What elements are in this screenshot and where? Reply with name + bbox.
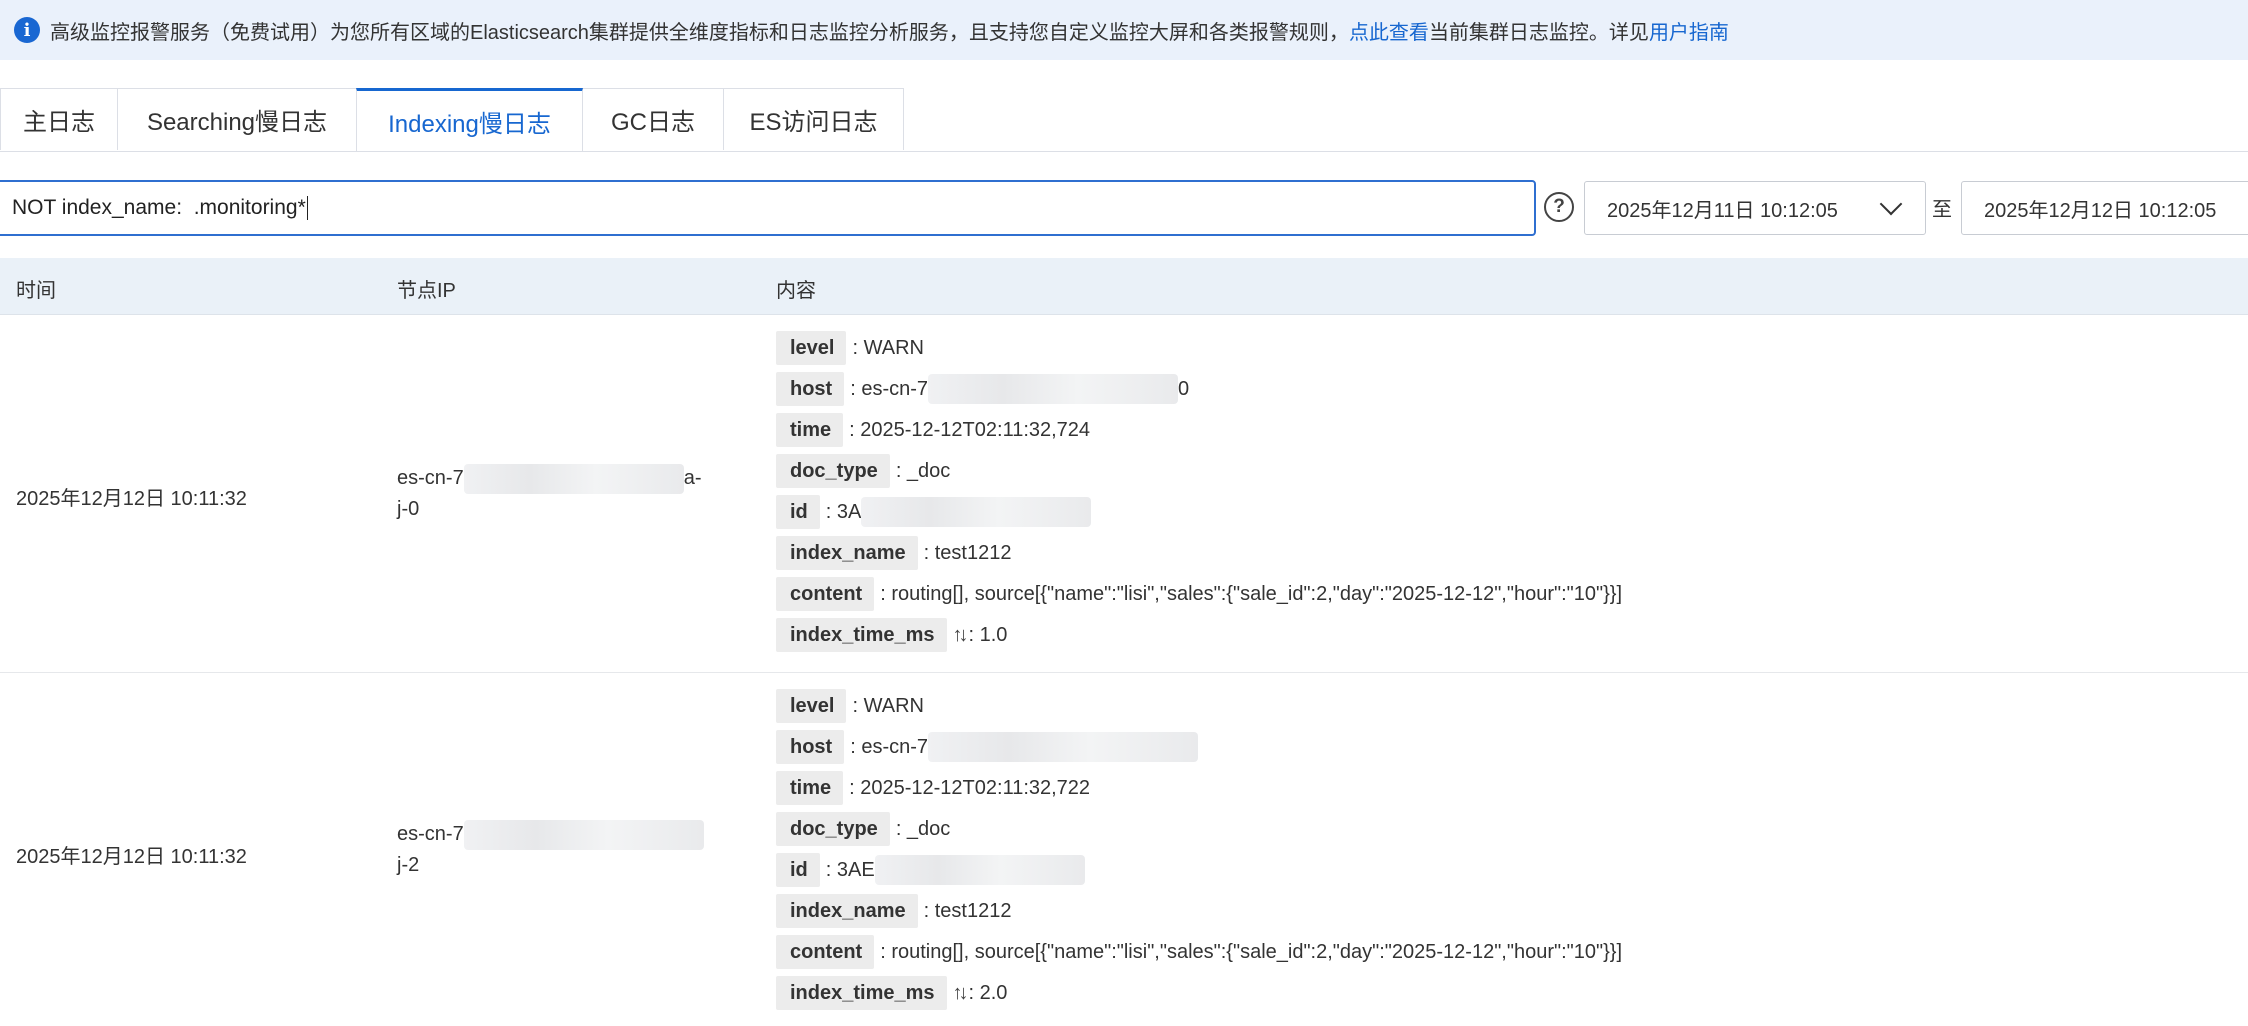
field-level: level: WARN <box>776 330 924 366</box>
field-value: : test1212 <box>923 899 1012 922</box>
row-time: 2025年12月12日 10:11:32 <box>16 846 247 868</box>
tab-searching-slow-log[interactable]: Searching慢日志 <box>117 88 357 150</box>
user-guide-link[interactable]: 用户指南 <box>1649 16 1729 45</box>
row-node-ip: es-cn-7 j-2 <box>397 819 727 881</box>
node-ip-line2: j-2 <box>397 854 420 876</box>
field-index-time-ms: index_time_ms ↑↓: 1.0 <box>776 617 1007 653</box>
field-content: content: routing[], source[{"name":"lisi… <box>776 934 1622 970</box>
field-value: : 1.0 <box>968 623 1008 646</box>
node-ip-prefix: es-cn-7 <box>397 823 464 845</box>
field-time: time: 2025-12-12T02:11:32,724 <box>776 412 1090 448</box>
field-value: : WARN <box>852 336 924 359</box>
field-value: : 3A <box>825 500 862 523</box>
field-value: : routing[], source[{"name":"lisi","sale… <box>880 582 1622 605</box>
field-id: id: 3A <box>776 494 1092 530</box>
column-header-time: 时间 <box>16 280 56 302</box>
field-value: : routing[], source[{"name":"lisi","sale… <box>880 940 1622 963</box>
redacted-mask <box>463 819 704 850</box>
search-query-text: NOT index_name: .monitoring* <box>12 196 306 219</box>
field-value-tail: 0 <box>1178 377 1190 400</box>
log-type-tabs: 主日志 Searching慢日志 Indexing慢日志 GC日志 ES访问日志 <box>0 88 2248 152</box>
help-icon[interactable]: ? <box>1544 192 1574 222</box>
end-date-value: 2025年12月12日 10:12:05 <box>1984 199 2217 222</box>
field-value: : _doc <box>895 459 951 482</box>
start-date-value: 2025年12月11日 10:12:05 <box>1607 199 1838 222</box>
table-row: 2025年12月12日 10:11:32 es-cn-7 a- j-0 level… <box>0 315 2248 673</box>
table-header: 时间 节点IP 内容 <box>0 258 2248 315</box>
field-value: : WARN <box>852 694 924 717</box>
date-range-separator: 至 <box>1932 199 1952 221</box>
table-row: 2025年12月12日 10:11:32 es-cn-7 j-2 level: … <box>0 673 2248 1026</box>
field-value: : es-cn-7 <box>850 377 929 400</box>
field-key: content <box>776 935 875 969</box>
field-key: content <box>776 577 875 611</box>
field-key: time <box>776 771 844 805</box>
redacted-mask <box>874 855 1085 885</box>
field-index-time-ms: index_time_ms ↑↓: 2.0 <box>776 975 1007 1011</box>
node-ip-line2: j-0 <box>397 498 420 520</box>
sort-icon[interactable]: ↑↓ <box>953 982 969 1005</box>
search-query-input[interactable]: NOT index_name: .monitoring* <box>0 180 1536 236</box>
redacted-mask <box>928 374 1179 404</box>
field-value: : test1212 <box>923 541 1012 564</box>
field-host: host: es-cn-7 <box>776 729 1199 765</box>
field-key: index_time_ms <box>776 976 947 1010</box>
text-caret <box>306 196 308 220</box>
view-monitoring-link[interactable]: 点此查看 <box>1349 16 1429 45</box>
field-key: time <box>776 413 844 447</box>
field-key: index_name <box>776 894 918 928</box>
redacted-mask <box>928 732 1199 762</box>
field-key: host <box>776 372 845 406</box>
field-value: : 2025-12-12T02:11:32,724 <box>849 418 1091 441</box>
notice-text: 高级监控报警服务（免费试用）为您所有区域的Elasticsearch集群提供全维… <box>50 21 1349 44</box>
field-value: : _doc <box>895 817 951 840</box>
redacted-mask <box>463 463 684 494</box>
redacted-mask <box>861 497 1092 527</box>
start-date-picker[interactable]: 2025年12月11日 10:12:05 <box>1584 181 1926 235</box>
field-time: time: 2025-12-12T02:11:32,722 <box>776 770 1090 806</box>
field-value: : 2025-12-12T02:11:32,722 <box>849 776 1091 799</box>
node-ip-suffix: a- <box>683 467 702 489</box>
column-header-content: 内容 <box>776 280 816 302</box>
notice-banner: i 高级监控报警服务（免费试用）为您所有区域的Elasticsearch集群提供… <box>0 0 2248 60</box>
tab-indexing-slow-log[interactable]: Indexing慢日志 <box>356 88 583 151</box>
field-key: index_time_ms <box>776 618 947 652</box>
field-value: : 3AE <box>825 858 875 881</box>
field-value: : es-cn-7 <box>850 735 929 758</box>
field-key: id <box>776 495 820 529</box>
row-node-ip: es-cn-7 a- j-0 <box>397 463 727 525</box>
field-id: id: 3AE <box>776 852 1085 888</box>
field-index-name: index_name: test1212 <box>776 893 1011 929</box>
field-index-name: index_name: test1212 <box>776 535 1011 571</box>
column-header-node-ip: 节点IP <box>397 280 456 302</box>
tab-gc-log[interactable]: GC日志 <box>582 88 724 150</box>
field-value: : 2.0 <box>968 981 1008 1004</box>
field-key: doc_type <box>776 812 890 846</box>
field-key: level <box>776 689 847 723</box>
notice-text-middle: 当前集群日志监控。详见 <box>1428 21 1649 44</box>
field-key: level <box>776 331 847 365</box>
field-key: id <box>776 853 820 887</box>
field-doc-type: doc_type: _doc <box>776 811 950 847</box>
row-time: 2025年12月12日 10:11:32 <box>16 488 247 510</box>
node-ip-prefix: es-cn-7 <box>397 467 464 489</box>
field-doc-type: doc_type: _doc <box>776 453 950 489</box>
field-level: level: WARN <box>776 688 924 724</box>
info-icon: i <box>14 17 40 43</box>
field-key: host <box>776 730 845 764</box>
end-date-picker[interactable]: 2025年12月12日 10:12:05 <box>1961 181 2248 235</box>
field-key: doc_type <box>776 454 890 488</box>
field-host: host: es-cn-7 0 <box>776 371 1189 407</box>
chevron-down-icon <box>1879 192 1903 216</box>
field-content: content: routing[], source[{"name":"lisi… <box>776 576 1622 612</box>
tab-es-access-log[interactable]: ES访问日志 <box>723 88 904 150</box>
tab-main-log[interactable]: 主日志 <box>0 88 118 150</box>
sort-icon[interactable]: ↑↓ <box>953 624 969 647</box>
field-key: index_name <box>776 536 918 570</box>
